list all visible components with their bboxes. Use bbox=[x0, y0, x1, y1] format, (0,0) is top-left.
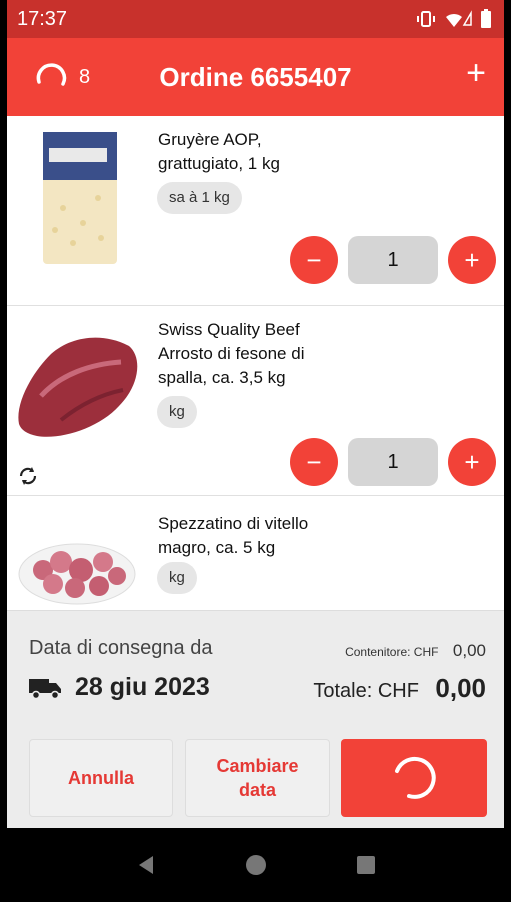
product-name: Swiss Quality Beef Arrosto di fesone di … bbox=[158, 320, 305, 387]
delivery-date: 28 giu 2023 bbox=[75, 673, 210, 701]
app-bar: 8 Ordine 6655407 + bbox=[7, 38, 504, 116]
add-button[interactable]: + bbox=[466, 56, 486, 90]
product-image-beef bbox=[18, 337, 138, 437]
order-summary: Data di consegna da 28 giu 2023 Contenit… bbox=[7, 610, 504, 828]
quantity-field[interactable]: 1 bbox=[348, 438, 438, 486]
recents-icon[interactable] bbox=[355, 854, 377, 876]
change-date-label-line2: data bbox=[238, 780, 276, 800]
battery-icon bbox=[481, 9, 491, 28]
confirm-button[interactable] bbox=[341, 739, 487, 817]
delivery-label: Data di consegna da bbox=[29, 637, 213, 659]
system-nav-bar bbox=[7, 828, 504, 902]
app-frame: 17:37 8 Ordine 6655407 + Gruyère AOP, gr… bbox=[7, 0, 504, 902]
quantity-field[interactable]: 1 bbox=[348, 236, 438, 284]
back-icon[interactable] bbox=[135, 854, 157, 876]
increase-button[interactable]: + bbox=[448, 236, 496, 284]
list-item[interactable]: Swiss Quality Beef Arrosto di fesone di … bbox=[7, 306, 504, 496]
home-icon[interactable] bbox=[245, 854, 267, 876]
total-value: 0,00 bbox=[435, 673, 486, 703]
status-time: 17:37 bbox=[17, 7, 68, 30]
page-title: Ordine 6655407 bbox=[159, 62, 352, 92]
unit-chip: kg bbox=[157, 396, 197, 428]
product-image-veal bbox=[18, 543, 136, 605]
quantity-stepper: − 1 + bbox=[290, 438, 496, 486]
container-fee: Contenitore: CHF 0,00 bbox=[345, 641, 486, 661]
list-item[interactable]: Gruyère AOP, grattugiato, 1 kg sa à 1 kg… bbox=[7, 116, 504, 306]
container-label: Contenitore: CHF bbox=[345, 645, 439, 659]
cancel-button[interactable]: Annulla bbox=[29, 739, 173, 817]
decrease-button[interactable]: − bbox=[290, 236, 338, 284]
container-value: 0,00 bbox=[452, 641, 486, 660]
vibrate-icon bbox=[417, 11, 435, 27]
unit-chip: kg bbox=[157, 562, 197, 594]
wifi-icon bbox=[446, 10, 472, 27]
decrease-button[interactable]: − bbox=[290, 438, 338, 486]
quantity-stepper: − 1 + bbox=[290, 236, 496, 284]
change-date-button[interactable]: Cambiare data bbox=[185, 739, 330, 817]
status-icons bbox=[416, 9, 492, 29]
product-name: Spezzatino di vitello magro, ca. 5 kg bbox=[158, 514, 309, 557]
order-total: Totale: CHF 0,00 bbox=[313, 673, 486, 704]
order-item-list[interactable]: Gruyère AOP, grattugiato, 1 kg sa à 1 kg… bbox=[7, 116, 504, 610]
product-image-gruyere bbox=[43, 132, 117, 264]
truck-icon bbox=[29, 678, 61, 699]
list-item[interactable]: Spezzatino di vitello magro, ca. 5 kg kg bbox=[7, 496, 504, 610]
status-bar: 17:37 bbox=[7, 0, 504, 38]
increase-button[interactable]: + bbox=[448, 438, 496, 486]
loading-spinner-icon bbox=[395, 756, 436, 799]
product-name: Gruyère AOP, grattugiato, 1 kg bbox=[158, 130, 280, 173]
total-label: Totale: CHF bbox=[313, 680, 419, 702]
delivery-date-row: 28 giu 2023 bbox=[29, 673, 210, 702]
change-date-label-line1: Cambiare bbox=[216, 756, 299, 776]
unit-chip: sa à 1 kg bbox=[157, 182, 242, 214]
refresh-icon bbox=[19, 467, 37, 485]
